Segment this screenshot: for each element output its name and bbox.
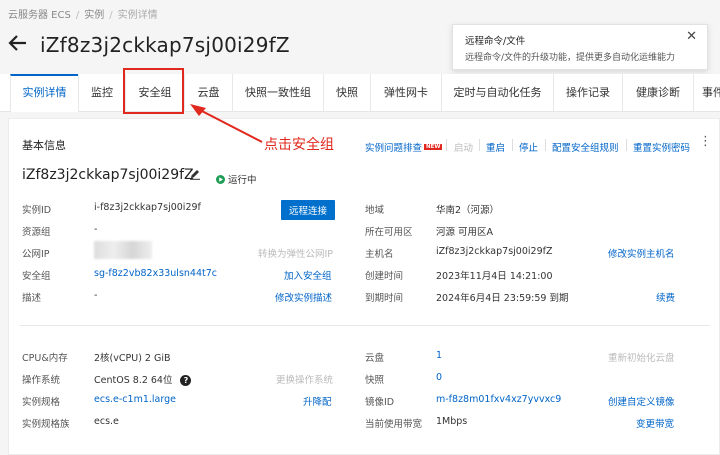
disk-count-link[interactable]: 1	[436, 350, 442, 361]
breadcrumb-current: 实例详情	[117, 10, 158, 21]
annotation-arrow-icon	[190, 104, 263, 143]
instance-spec-label: 实例规格	[22, 397, 61, 408]
status-text: 运行中	[228, 175, 257, 186]
cpu-memory-label: CPU&内存	[22, 353, 68, 364]
bandwidth-label: 当前使用带宽	[365, 419, 423, 430]
edit-description-link[interactable]: 修改实例描述	[275, 290, 332, 304]
os-value: CentOS 8.2 64位?	[94, 372, 192, 386]
breadcrumb-instances[interactable]: 实例	[84, 10, 104, 21]
running-status-icon	[216, 175, 225, 184]
image-id-label: 镜像ID	[365, 397, 395, 408]
security-group-label: 安全组	[22, 271, 51, 282]
resource-group-value: -	[94, 224, 98, 235]
edit-hostname-link[interactable]: 修改实例主机名	[608, 246, 675, 260]
change-os-link[interactable]: 更换操作系统	[276, 372, 333, 386]
tab-events[interactable]: 事件	[693, 74, 720, 112]
section-title-basic-info: 基本信息	[22, 139, 66, 152]
cpu-memory-value: 2核(vCPU) 2 GiB	[94, 353, 171, 364]
reinit-disk-link[interactable]: 重新初始化云盘	[608, 350, 675, 364]
tab-monitoring[interactable]: 监控	[78, 74, 125, 112]
snapshot-label: 快照	[365, 375, 385, 386]
remote-connect-button[interactable]: 远程连接	[281, 200, 336, 220]
os-label: 操作系统	[22, 375, 61, 386]
expire-time-value: 2024年6月4日 23:59:59 到期	[436, 293, 569, 304]
breadcrumb-separator: /	[109, 10, 113, 21]
spec-family-value: ecs.e	[94, 416, 119, 427]
tab-bar: 实例详情 监控 安全组 云盘 快照一致性组 快照 弹性网卡 定时与自动化任务 操…	[0, 74, 720, 112]
create-custom-image-link[interactable]: 创建自定义镜像	[608, 394, 675, 408]
instance-spec-link[interactable]: ecs.e-c1m1.large	[94, 394, 176, 405]
change-bandwidth-link[interactable]: 变更带宽	[636, 416, 674, 430]
created-time-value: 2023年11月4日 14:21:00	[436, 271, 553, 282]
start-button[interactable]: 启动	[454, 140, 473, 154]
public-ip-redacted	[94, 241, 152, 259]
instance-id-value: i-f8z3j2ckkap7sj00i29f	[94, 202, 201, 213]
breadcrumb-separator: /	[75, 10, 80, 21]
resource-group-label: 资源组	[22, 227, 51, 238]
region-value: 华南2（河源）	[436, 205, 500, 216]
annotation-text: 点击安全组	[264, 137, 334, 153]
back-arrow-icon[interactable]	[8, 33, 28, 57]
hostname-label: 主机名	[365, 249, 394, 260]
os-text: CentOS 8.2 64位	[94, 375, 173, 386]
description-label: 描述	[22, 293, 42, 304]
troubleshoot-link[interactable]: 实例问题排查 NEW	[365, 140, 443, 154]
upgrade-downgrade-link[interactable]: 升降配	[303, 394, 332, 408]
tab-health-diagnosis[interactable]: 健康诊断	[622, 74, 693, 112]
tab-operation-logs[interactable]: 操作记录	[553, 74, 622, 112]
close-icon[interactable]: ✕	[686, 29, 697, 44]
tooltip-description: 远程命令/文件的升级功能，提供更多自动化运维能力	[465, 53, 676, 63]
page-title: iZf8z3j2ckkap7sj00i29fZ	[40, 33, 290, 57]
created-time-label: 创建时间	[365, 271, 404, 282]
section-divider	[20, 325, 710, 326]
status-badge: 运行中	[216, 172, 257, 186]
annotation-highlight-box	[123, 68, 184, 114]
spec-family-label: 实例规格族	[22, 419, 70, 430]
restart-button[interactable]: 重启	[486, 140, 505, 154]
help-icon[interactable]: ?	[180, 375, 192, 386]
new-badge: NEW	[424, 144, 443, 150]
expire-time-label: 到期时间	[365, 293, 404, 304]
tab-elastic-nic[interactable]: 弹性网卡	[370, 74, 441, 112]
more-options-icon[interactable]: ⋮	[699, 135, 712, 148]
stop-button[interactable]: 停止	[519, 140, 538, 154]
join-security-group-link[interactable]: 加入安全组	[284, 268, 332, 282]
security-group-link[interactable]: sg-f8z2vb82x33ulsn44t7c	[94, 268, 217, 279]
divider	[512, 139, 513, 151]
divider	[446, 139, 447, 151]
tooltip-title: 远程命令/文件	[465, 36, 526, 47]
config-security-group-rules-link[interactable]: 配置安全组规则	[552, 140, 619, 154]
tab-instance-details[interactable]: 实例详情	[10, 74, 78, 112]
hostname-value: iZf8z3j2ckkap7sj00i29fZ	[436, 246, 553, 257]
tab-scheduled-tasks[interactable]: 定时与自动化任务	[441, 74, 553, 112]
reset-password-link[interactable]: 重置实例密码	[633, 140, 690, 154]
zone-label: 所在可用区	[365, 227, 413, 238]
convert-to-eip-link[interactable]: 转换为弹性公网IP	[258, 246, 333, 260]
tab-snapshots[interactable]: 快照	[323, 74, 370, 112]
image-id-link[interactable]: m-f8z8m01fxv4xz7yvvxc9	[436, 394, 561, 405]
breadcrumb-ecs[interactable]: 云服务器 ECS	[8, 10, 71, 21]
troubleshoot-label: 实例问题排查	[365, 143, 423, 154]
instance-id-label: 实例ID	[22, 205, 52, 216]
instance-name: iZf8z3j2ckkap7sj00i29fZ	[22, 167, 194, 183]
breadcrumb: 云服务器 ECS / 实例 / 实例详情	[8, 6, 158, 21]
renew-link[interactable]: 续费	[656, 290, 675, 304]
snapshot-count-link[interactable]: 0	[436, 372, 442, 383]
disk-label: 云盘	[365, 353, 385, 364]
remote-command-tooltip: 远程命令/文件 远程命令/文件的升级功能，提供更多自动化运维能力 ✕	[452, 24, 708, 70]
edit-pencil-icon[interactable]	[189, 168, 201, 183]
divider	[479, 139, 480, 151]
divider	[545, 139, 546, 151]
zone-value: 河源 可用区A	[436, 227, 494, 238]
bandwidth-value: 1Mbps	[436, 416, 468, 427]
public-ip-label: 公网IP	[22, 249, 50, 260]
description-value: -	[94, 290, 98, 301]
divider	[626, 139, 627, 151]
region-label: 地域	[365, 205, 385, 216]
